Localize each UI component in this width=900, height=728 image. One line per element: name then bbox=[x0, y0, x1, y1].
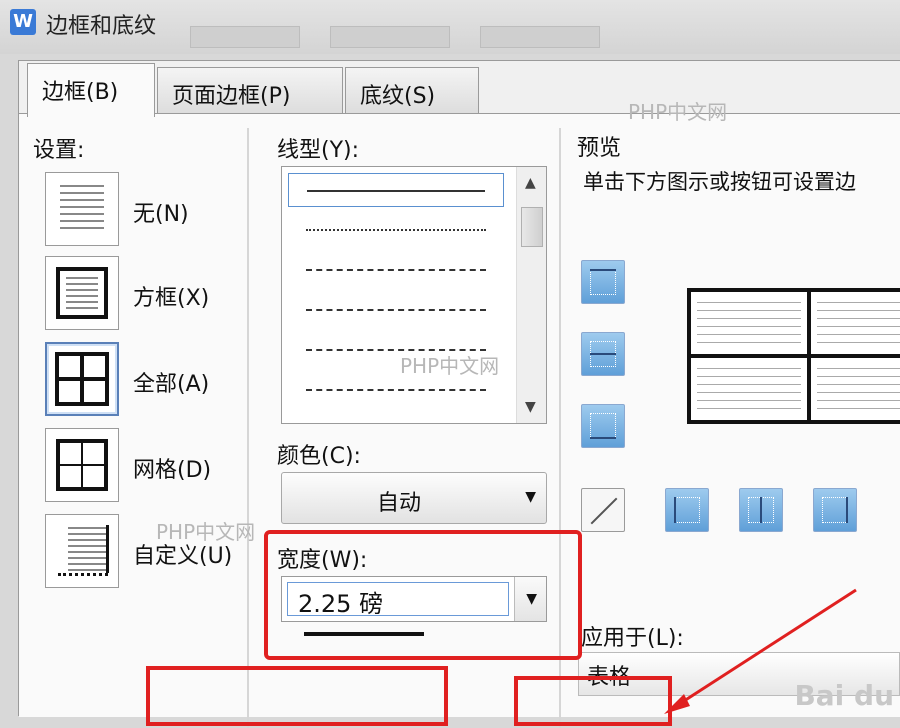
tab-borders[interactable]: 边框(B) bbox=[27, 63, 155, 117]
